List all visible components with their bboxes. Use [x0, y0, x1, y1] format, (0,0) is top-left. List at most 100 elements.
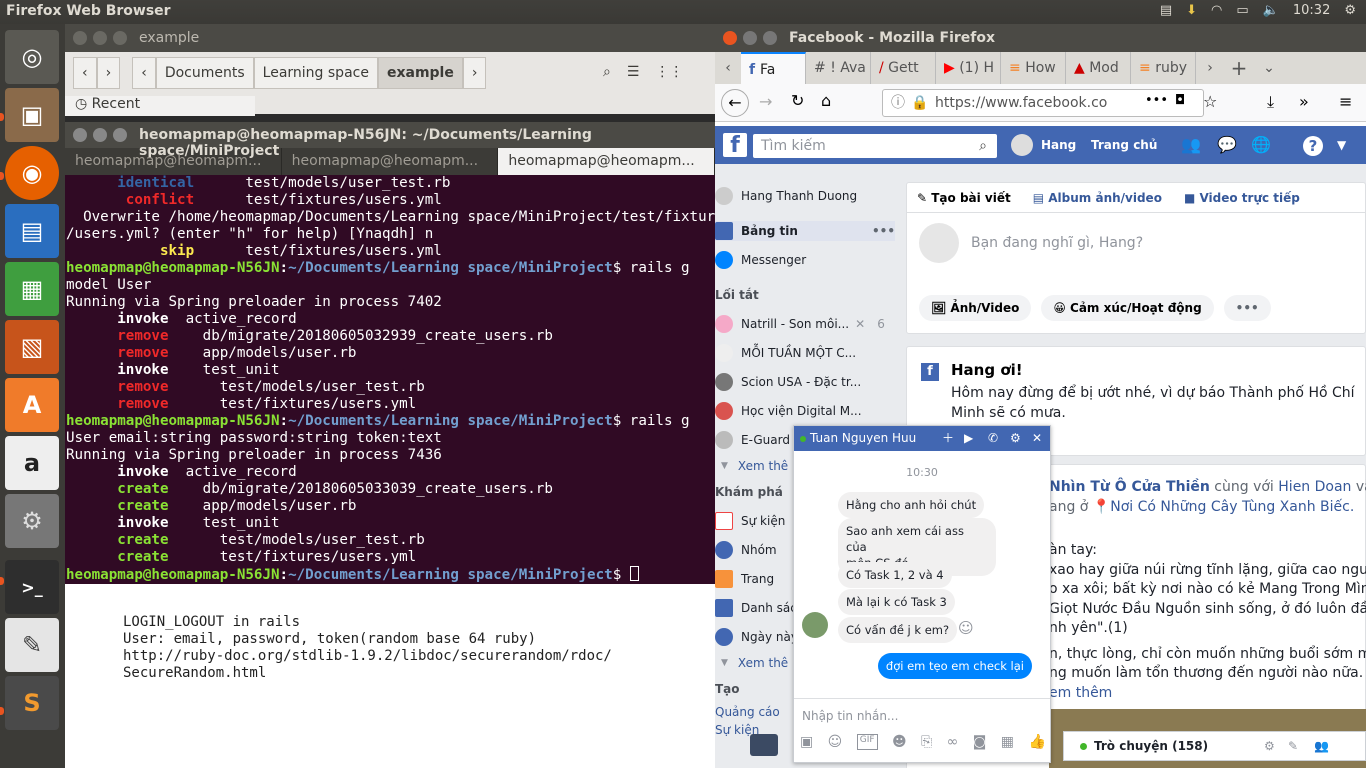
shortcut-moi-tuan[interactable]: MỖI TUẦN MỘT C...	[715, 343, 856, 363]
shortcut-eguard[interactable]: E-Guard	[715, 430, 790, 450]
sticker-icon[interactable]: ☺	[828, 734, 843, 750]
files-icon[interactable]: ▣	[5, 88, 59, 142]
new-group-icon[interactable]: 👥	[1314, 732, 1329, 760]
path-example[interactable]: example	[377, 57, 463, 89]
account-menu-icon[interactable]: ▼	[1337, 138, 1346, 152]
camera-icon[interactable]: ◙	[973, 734, 987, 750]
facebook-search-input[interactable]: Tìm kiếm ⌕	[753, 134, 997, 158]
photo-video-button[interactable]: 🖼 Ảnh/Video	[919, 295, 1032, 321]
create-post-tab[interactable]: ✎ Tạo bài viết	[917, 191, 1011, 205]
maximize-icon[interactable]	[763, 31, 777, 45]
tab-scroll-left[interactable]: ‹	[715, 60, 741, 76]
firefox-icon[interactable]: ◉	[5, 146, 59, 200]
shortcut-scion[interactable]: Scion USA - Đặc tr...	[715, 372, 861, 392]
shortcut-natrill[interactable]: Natrill - Son môi... ✕ 6	[715, 314, 885, 334]
composer-input[interactable]: Bạn đang nghĩ gì, Hang?	[971, 235, 1143, 251]
impress-icon[interactable]: ▧	[5, 320, 59, 374]
home-link[interactable]: Trang chủ	[1091, 138, 1157, 152]
location-link[interactable]: 📍Nơi Có Những Cây Tùng Xanh Biếc.	[1093, 499, 1354, 515]
avatar[interactable]	[1011, 134, 1033, 156]
terminal-window[interactable]: heomapmap@heomapmap-N56JN: ~/Documents/L…	[65, 122, 715, 584]
more-options-icon[interactable]: •••	[1223, 295, 1271, 321]
text-editor-content[interactable]: LOGIN_LOGOUT in rails User: email, passw…	[65, 584, 715, 682]
chat-dock-icon[interactable]	[750, 734, 778, 756]
search-icon[interactable]: ⌕	[979, 134, 987, 158]
profile-link[interactable]: Hang	[1041, 138, 1076, 152]
attach-icon[interactable]: ⎘	[921, 734, 932, 750]
bookmark-star-icon[interactable]: ☆	[1203, 92, 1217, 111]
chat-header[interactable]: Tuan Nguyen Huu ＋ ▶ ✆ ⚙ ✕	[794, 426, 1050, 451]
grid-view-icon[interactable]: ⋮⋮	[647, 57, 691, 89]
shortcut-hoc-vien[interactable]: Học viện Digital M...	[715, 401, 862, 421]
amazon-icon[interactable]: a	[5, 436, 59, 490]
chat-contact-name[interactable]: Tuan Nguyen Huu	[810, 431, 916, 445]
list-view-icon[interactable]: ☰	[619, 57, 648, 89]
terminal-tab-3[interactable]: heomapmap@heomapm...	[498, 148, 715, 175]
downloads-icon[interactable]: ⤓	[1267, 92, 1274, 112]
photo-album-tab[interactable]: ▤ Album ảnh/video	[1033, 191, 1162, 205]
terminal-icon[interactable]: >_	[5, 560, 59, 614]
overflow-menu-icon[interactable]: »	[1299, 92, 1309, 111]
sidebar-item-recent[interactable]: ◷ Recent	[65, 96, 255, 116]
tab-youtube[interactable]: ▶ (1) H	[936, 52, 1001, 84]
emoji-icon[interactable]: ☻	[892, 734, 907, 750]
ubuntu-dash-icon[interactable]: ◎	[5, 30, 59, 84]
back-button[interactable]: ‹	[73, 57, 97, 89]
keyboard-icon[interactable]: ▤	[1160, 3, 1172, 18]
post-title-link[interactable]: Nhìn Từ Ô Cửa Thiền	[1049, 479, 1210, 495]
explore-groups[interactable]: Nhóm	[715, 540, 777, 560]
tab-ava[interactable]: # ! Ava	[806, 52, 871, 84]
battery-icon[interactable]: ▭	[1236, 3, 1248, 18]
gear-icon[interactable]: ⚙	[1344, 3, 1356, 18]
sublime-text-icon[interactable]: S	[5, 676, 59, 730]
reload-button[interactable]: ↻	[791, 91, 804, 110]
search-icon[interactable]: ⌕	[595, 57, 619, 89]
gear-icon[interactable]: ⚙	[1264, 732, 1275, 760]
terminal-tab-1[interactable]: heomapmap@heomapm...	[65, 148, 282, 175]
wifi-icon[interactable]: ◠	[1211, 3, 1222, 18]
see-more-link[interactable]: em thêm	[1049, 684, 1366, 704]
calc-icon[interactable]: ▦	[5, 262, 59, 316]
text-editor-window[interactable]: LOGIN_LOGOUT in rails User: email, passw…	[65, 584, 715, 768]
info-icon[interactable]: ⓘ	[891, 90, 905, 116]
like-icon[interactable]: 👍	[1028, 734, 1045, 750]
create-ad-link[interactable]: Quảng cáo	[715, 702, 780, 722]
path-learning-space[interactable]: Learning space	[253, 57, 378, 89]
chat-sidebar-bar[interactable]: Trò chuyện (158) ⚙ ✎ 👥	[1063, 731, 1366, 761]
minimize-icon[interactable]	[743, 31, 757, 45]
new-tab-button[interactable]: +	[1224, 56, 1254, 80]
facebook-logo-icon[interactable]: f	[723, 133, 747, 158]
see-more-shortcuts[interactable]: ▼ Xem thê	[715, 456, 788, 476]
path-right-arrow[interactable]: ›	[462, 57, 487, 89]
more-options-icon[interactable]: •••	[872, 224, 895, 238]
link-icon[interactable]: ∞	[947, 734, 959, 750]
notifications-globe-icon[interactable]: 🌐	[1251, 135, 1271, 154]
add-person-icon[interactable]: ＋	[942, 426, 954, 451]
phone-icon[interactable]: ✆	[988, 426, 998, 451]
page-actions-icon[interactable]: •••	[1145, 93, 1168, 108]
close-icon[interactable]	[73, 128, 87, 142]
nav-news-feed[interactable]: Bảng tin •••	[715, 221, 895, 241]
minimize-icon[interactable]	[93, 31, 107, 45]
tab-mod[interactable]: ▲ Mod	[1066, 52, 1131, 84]
text-editor-icon[interactable]: ✎	[5, 618, 59, 672]
help-icon[interactable]: ?	[1303, 136, 1323, 156]
back-button[interactable]: ←	[721, 89, 749, 117]
hide-icon[interactable]: ✕	[855, 317, 865, 331]
terminal-tab-2[interactable]: heomapmap@heomapm...	[282, 148, 499, 175]
forward-button[interactable]: ›	[96, 57, 121, 89]
explore-lists[interactable]: Danh sác	[715, 598, 797, 618]
tab-list-icon[interactable]: ⌄	[1254, 60, 1284, 76]
close-icon[interactable]	[723, 31, 737, 45]
compose-icon[interactable]: ✎	[1288, 732, 1298, 760]
maximize-icon[interactable]	[113, 128, 127, 142]
path-left-arrow[interactable]: ‹	[132, 57, 156, 89]
tagged-user-link[interactable]: Hien Doan	[1278, 479, 1351, 495]
explore-pages[interactable]: Trang	[715, 569, 774, 589]
clock[interactable]: 10:32	[1293, 3, 1330, 18]
chat-input[interactable]: Nhập tin nhắn...	[794, 698, 1050, 732]
tab-facebook[interactable]: f Fa	[741, 52, 806, 84]
gif-icon[interactable]: GIF	[856, 734, 878, 750]
path-documents[interactable]: Documents	[155, 57, 254, 89]
system-settings-icon[interactable]: ⚙	[5, 494, 59, 548]
